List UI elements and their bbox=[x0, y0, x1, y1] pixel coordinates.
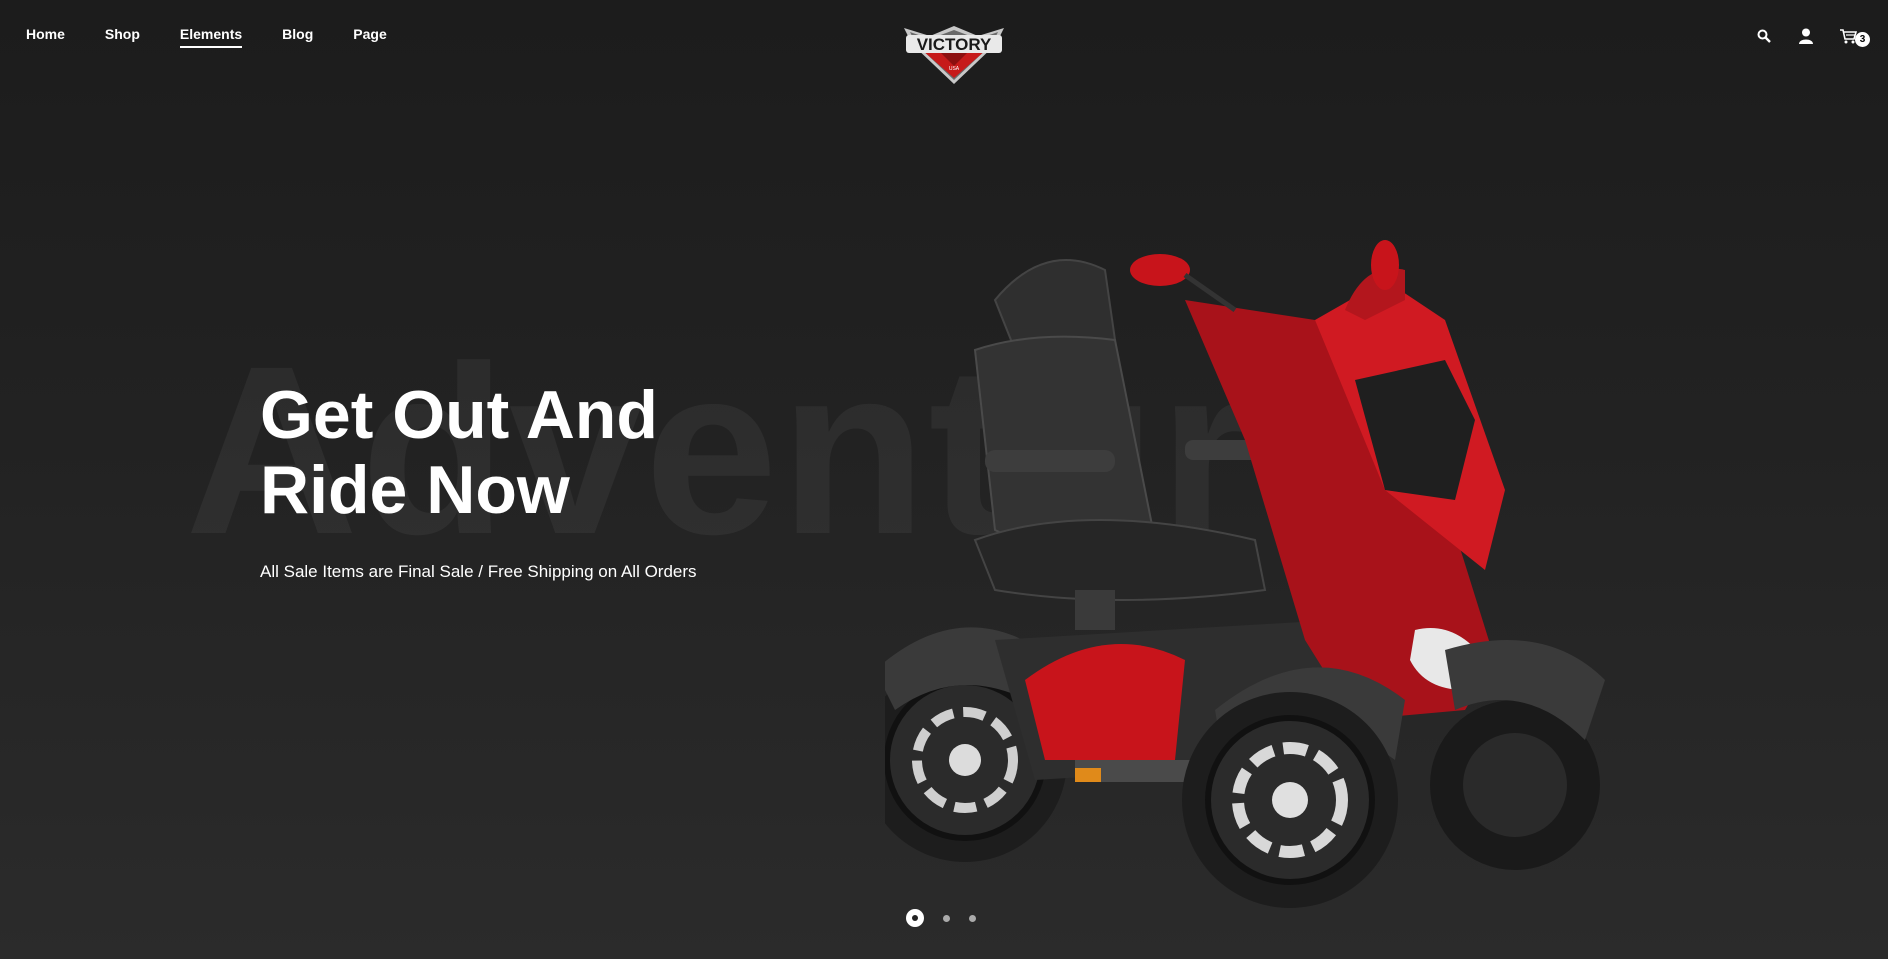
slider-dot-3[interactable] bbox=[969, 914, 976, 922]
cart-count-badge: 3 bbox=[1855, 32, 1870, 47]
nav-shop[interactable]: Shop bbox=[105, 26, 140, 48]
nav-blog[interactable]: Blog bbox=[282, 26, 313, 48]
nav-home[interactable]: Home bbox=[26, 26, 65, 48]
user-icon[interactable] bbox=[1796, 26, 1816, 46]
nav-page[interactable]: Page bbox=[353, 26, 386, 48]
hero-subtitle: All Sale Items are Final Sale / Free Shi… bbox=[260, 562, 697, 581]
cart-icon[interactable]: 3 bbox=[1838, 26, 1870, 47]
hero-headline: Get Out And Ride Now bbox=[260, 378, 720, 528]
slider-dot-1[interactable] bbox=[906, 909, 924, 927]
search-icon[interactable] bbox=[1754, 26, 1774, 46]
nav-elements[interactable]: Elements bbox=[179, 26, 243, 48]
main-nav: Home Shop Elements Blog Page bbox=[26, 26, 387, 48]
slider-pagination bbox=[906, 909, 976, 927]
hero-product-image bbox=[863, 240, 1605, 920]
svg-text:USA: USA bbox=[949, 66, 960, 72]
slider-dot-2[interactable] bbox=[943, 914, 950, 922]
svg-text:VICTORY: VICTORY bbox=[917, 35, 992, 54]
header-tools: 3 bbox=[1754, 26, 1870, 47]
hero-headline-line1: Get Out And bbox=[260, 377, 658, 453]
site-logo[interactable]: VICTORY USA bbox=[900, 22, 1008, 86]
hero-headline-line2: Ride Now bbox=[260, 452, 570, 528]
